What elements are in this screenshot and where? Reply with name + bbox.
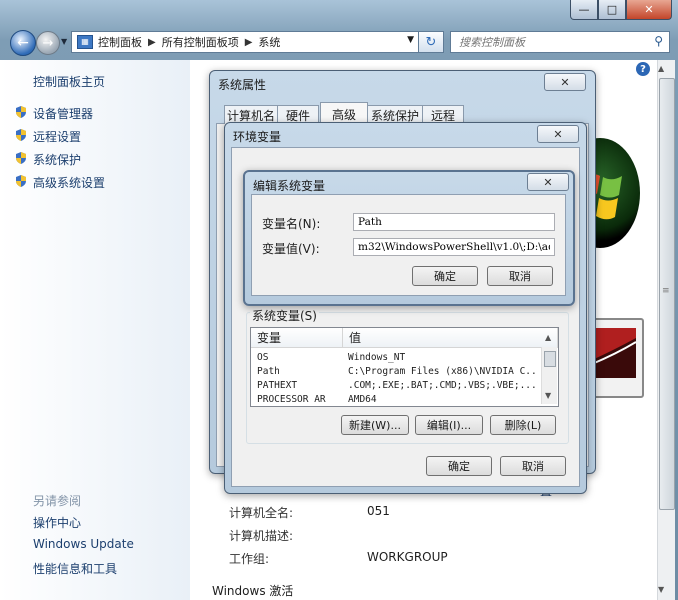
computer-full-name-value: 051 — [367, 504, 390, 518]
see-also-heading: 另请参阅 — [33, 494, 82, 508]
ok-button[interactable]: 确定 — [426, 456, 492, 476]
maximize-button[interactable]: □ — [598, 0, 626, 20]
scroll-up-icon[interactable]: ▲ — [545, 333, 551, 342]
forward-button[interactable]: → — [36, 31, 60, 55]
variable-value-label: 变量值(V): — [262, 242, 320, 256]
workgroup-value: WORKGROUP — [367, 550, 448, 564]
breadcrumb-separator-icon[interactable]: ▶ — [148, 37, 156, 48]
close-window-button[interactable]: ✕ — [626, 0, 672, 20]
computer-full-name-label: 计算机全名: — [229, 506, 294, 520]
chevron-down-icon[interactable]: ▼ — [407, 35, 414, 45]
computer-description-label: 计算机描述: — [229, 529, 294, 543]
control-panel-home-link[interactable]: 控制面板主页 — [33, 73, 105, 90]
table-row-value[interactable]: .COM;.EXE;.BAT;.CMD;.VBS;.VBE;.... — [348, 380, 538, 391]
column-header-variable[interactable]: 变量 — [251, 328, 343, 348]
arrow-left-icon: ← — [17, 35, 29, 51]
refresh-icon: ↻ — [425, 34, 437, 50]
sidebar-item-device-manager[interactable]: 设备管理器 — [33, 105, 93, 122]
cancel-button[interactable]: 取消 — [487, 266, 553, 286]
back-button[interactable]: ← — [10, 30, 36, 56]
see-also-action-center[interactable]: 操作中心 — [33, 514, 81, 531]
delete-variable-button[interactable]: 删除(L) — [490, 415, 556, 435]
table-row-name[interactable]: Path — [257, 366, 280, 377]
breadcrumb-system[interactable]: 系统 — [258, 34, 280, 50]
sidebar-item-remote-settings[interactable]: 远程设置 — [33, 128, 81, 145]
windows-activation-heading: Windows 激活 — [212, 584, 294, 598]
close-icon: ✕ — [553, 127, 563, 141]
table-row-name[interactable]: PROCESSOR_AR — [257, 394, 326, 404]
scroll-up-icon[interactable]: ▲ — [658, 64, 664, 73]
scroll-down-icon[interactable]: ▼ — [545, 391, 551, 400]
refresh-button[interactable]: ↻ — [418, 31, 444, 53]
table-row-value[interactable]: Windows_NT — [348, 352, 538, 363]
close-button[interactable]: ✕ — [527, 173, 569, 191]
recent-pages-button[interactable]: ▼ — [61, 37, 67, 46]
dialog-title: 编辑系统变量 — [253, 179, 326, 193]
search-icon[interactable]: ⚲ — [654, 34, 663, 48]
edit-variable-button[interactable]: 编辑(I)... — [415, 415, 483, 435]
shield-icon — [16, 106, 26, 118]
arrow-right-icon: → — [42, 35, 54, 51]
task-pane: 控制面板主页 设备管理器 远程设置 系统保护 高级系统设置 另请参阅 操作中心 … — [0, 60, 190, 600]
system-variables-label: 系统变量(S) — [250, 307, 319, 324]
breadcrumb-control-panel[interactable]: 控制面板 — [98, 34, 142, 50]
shield-icon — [16, 129, 26, 141]
help-icon[interactable]: ? — [636, 62, 650, 76]
column-header-value[interactable]: 值 — [343, 328, 558, 348]
variable-value-input[interactable] — [353, 238, 555, 256]
see-also-windows-update[interactable]: Windows Update — [33, 537, 134, 551]
scrollbar-thumb[interactable] — [544, 351, 556, 367]
minimize-button[interactable]: — — [570, 0, 598, 20]
table-row-name[interactable]: OS — [257, 352, 268, 363]
dialog-title: 环境变量 — [233, 130, 282, 144]
search-input[interactable] — [457, 34, 649, 50]
control-panel-icon: ▦ — [77, 35, 93, 49]
see-also-performance[interactable]: 性能信息和工具 — [33, 560, 117, 577]
shield-icon — [16, 152, 26, 164]
table-row-name[interactable]: PATHEXT — [257, 380, 297, 391]
close-button[interactable]: ✕ — [537, 125, 579, 143]
scroll-grip-icon: ≡ — [662, 286, 670, 296]
address-bar[interactable]: ▦ 控制面板 ▶ 所有控制面板项 ▶ 系统 ▼ — [71, 31, 419, 53]
breadcrumb-separator-icon[interactable]: ▶ — [245, 37, 253, 48]
search-box[interactable]: ⚲ — [450, 31, 670, 53]
close-icon: ✕ — [543, 175, 553, 189]
dialog-title: 系统属性 — [218, 78, 267, 92]
new-variable-button[interactable]: 新建(W)... — [341, 415, 409, 435]
sidebar-item-system-protection[interactable]: 系统保护 — [33, 151, 81, 168]
workgroup-label: 工作组: — [229, 552, 270, 566]
window-caption-buttons: — □ ✕ — [570, 0, 672, 20]
table-row-value[interactable]: AMD64 — [348, 394, 538, 404]
variable-name-label: 变量名(N): — [262, 217, 321, 231]
breadcrumb-all-items[interactable]: 所有控制面板项 — [162, 34, 239, 50]
close-button[interactable]: ✕ — [544, 73, 586, 91]
table-row-value[interactable]: C:\Program Files (x86)\NVIDIA C... — [348, 366, 538, 377]
variable-name-input[interactable] — [353, 213, 555, 231]
table-scrollbar[interactable]: ▲ ▼ — [541, 333, 557, 404]
shield-icon — [16, 175, 26, 187]
ok-button[interactable]: 确定 — [412, 266, 478, 286]
sidebar-item-advanced-settings[interactable]: 高级系统设置 — [33, 174, 105, 191]
cancel-button[interactable]: 取消 — [500, 456, 566, 476]
close-icon: ✕ — [560, 75, 570, 89]
scroll-down-icon[interactable]: ▼ — [658, 585, 664, 594]
